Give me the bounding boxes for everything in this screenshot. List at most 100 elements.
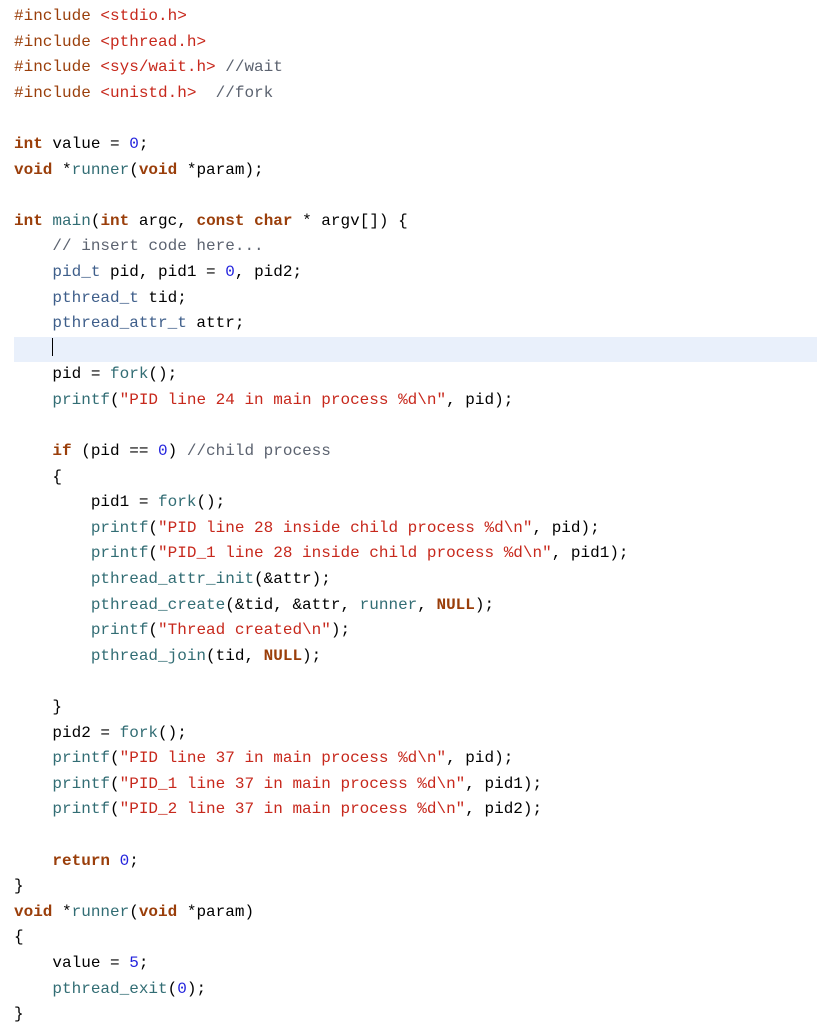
token-type: pid_t bbox=[52, 263, 100, 281]
token-null: NULL bbox=[436, 596, 474, 614]
token-fn: fork bbox=[110, 365, 148, 383]
token-pp: #include bbox=[14, 84, 100, 102]
token-op bbox=[244, 212, 254, 230]
code-line: printf("PID line 37 in main process %d\n… bbox=[14, 746, 817, 772]
token-id: , pid); bbox=[446, 391, 513, 409]
code-line: printf("PID line 28 inside child process… bbox=[14, 516, 817, 542]
token-kw: int bbox=[100, 212, 129, 230]
token-op: ; bbox=[139, 135, 149, 153]
token-op bbox=[14, 417, 52, 435]
token-op bbox=[14, 621, 91, 639]
code-editor[interactable]: #include <stdio.h>#include <pthread.h>#i… bbox=[0, 0, 817, 1032]
code-line: #include <sys/wait.h> //wait bbox=[14, 55, 817, 81]
token-op bbox=[216, 58, 226, 76]
token-num: 0 bbox=[158, 442, 168, 460]
token-id: pid, pid1 = bbox=[100, 263, 225, 281]
token-id: , pid); bbox=[446, 749, 513, 767]
token-id: , pid1); bbox=[552, 544, 629, 562]
token-pp: #include bbox=[14, 58, 100, 76]
token-op: ( bbox=[148, 519, 158, 537]
token-op: (); bbox=[148, 365, 177, 383]
code-line: int value = 0; bbox=[14, 132, 817, 158]
token-op bbox=[14, 826, 52, 844]
code-line: return 0; bbox=[14, 849, 817, 875]
code-line: printf("PID_1 line 28 inside child proce… bbox=[14, 541, 817, 567]
token-id: , pid); bbox=[533, 519, 600, 537]
code-line: } bbox=[14, 695, 817, 721]
token-op bbox=[14, 800, 52, 818]
token-op: ); bbox=[331, 621, 350, 639]
token-inc: <unistd.h> bbox=[100, 84, 196, 102]
token-op bbox=[43, 212, 53, 230]
code-line bbox=[14, 106, 817, 132]
token-fn: pthread_exit bbox=[52, 980, 167, 998]
code-line: printf("PID_1 line 37 in main process %d… bbox=[14, 772, 817, 798]
code-line: pid1 = fork(); bbox=[14, 490, 817, 516]
token-fn: printf bbox=[52, 749, 110, 767]
token-cmt: //wait bbox=[225, 58, 283, 76]
token-op bbox=[14, 570, 91, 588]
token-str: "PID_1 line 28 inside child process %d\n… bbox=[158, 544, 552, 562]
code-line: pid = fork(); bbox=[14, 362, 817, 388]
token-op: ( bbox=[168, 980, 178, 998]
token-op: } bbox=[14, 698, 62, 716]
token-op bbox=[110, 852, 120, 870]
token-type: pthread_t bbox=[52, 289, 138, 307]
token-kw: void bbox=[14, 903, 52, 921]
token-op: ( bbox=[129, 161, 139, 179]
code-line: // insert code here... bbox=[14, 234, 817, 260]
token-inc: <sys/wait.h> bbox=[100, 58, 215, 76]
code-line: pthread_attr_t attr; bbox=[14, 311, 817, 337]
token-op bbox=[14, 775, 52, 793]
token-id: , pid1); bbox=[465, 775, 542, 793]
code-line bbox=[14, 823, 817, 849]
token-kw: void bbox=[14, 161, 52, 179]
token-op bbox=[14, 749, 52, 767]
token-inc: <pthread.h> bbox=[100, 33, 206, 51]
token-op: , bbox=[417, 596, 436, 614]
token-op bbox=[14, 980, 52, 998]
token-str: "PID_1 line 37 in main process %d\n" bbox=[120, 775, 466, 793]
token-kw: void bbox=[139, 161, 177, 179]
text-cursor bbox=[52, 338, 53, 356]
token-fn: printf bbox=[52, 391, 110, 409]
token-op: ); bbox=[475, 596, 494, 614]
token-op: { bbox=[14, 468, 62, 486]
token-fn: fork bbox=[120, 724, 158, 742]
token-str: "PID_2 line 37 in main process %d\n" bbox=[120, 800, 466, 818]
token-op bbox=[14, 289, 52, 307]
token-fn: printf bbox=[91, 519, 149, 537]
token-id: , pid2); bbox=[465, 800, 542, 818]
token-id: pid1 = bbox=[14, 493, 158, 511]
token-str: "PID line 28 inside child process %d\n" bbox=[158, 519, 532, 537]
token-op: * bbox=[52, 161, 71, 179]
token-id: (pid == bbox=[72, 442, 158, 460]
token-str: "Thread created\n" bbox=[158, 621, 331, 639]
token-fndef: main bbox=[52, 212, 90, 230]
token-kw: char bbox=[254, 212, 292, 230]
token-op: ( bbox=[91, 212, 101, 230]
token-kw: int bbox=[14, 212, 43, 230]
token-op bbox=[14, 596, 91, 614]
token-op: ) bbox=[168, 442, 187, 460]
code-line: #include <unistd.h> //fork bbox=[14, 81, 817, 107]
token-op: } bbox=[14, 1005, 24, 1023]
code-line: { bbox=[14, 465, 817, 491]
code-line: if (pid == 0) //child process bbox=[14, 439, 817, 465]
token-op bbox=[14, 391, 52, 409]
token-cmt: // insert code here... bbox=[52, 237, 263, 255]
token-id: argc, bbox=[129, 212, 196, 230]
token-fn: printf bbox=[91, 621, 149, 639]
token-op: ( bbox=[129, 903, 139, 921]
code-line: void *runner(void *param); bbox=[14, 158, 817, 184]
token-num: 0 bbox=[120, 852, 130, 870]
code-line bbox=[14, 337, 817, 363]
code-line: } bbox=[14, 874, 817, 900]
token-kw: if bbox=[52, 442, 71, 460]
token-num: 0 bbox=[129, 135, 139, 153]
code-line: void *runner(void *param) bbox=[14, 900, 817, 926]
token-op bbox=[14, 263, 52, 281]
token-pp: #include bbox=[14, 7, 100, 25]
token-id: (tid, bbox=[206, 647, 264, 665]
token-op: { bbox=[14, 928, 24, 946]
